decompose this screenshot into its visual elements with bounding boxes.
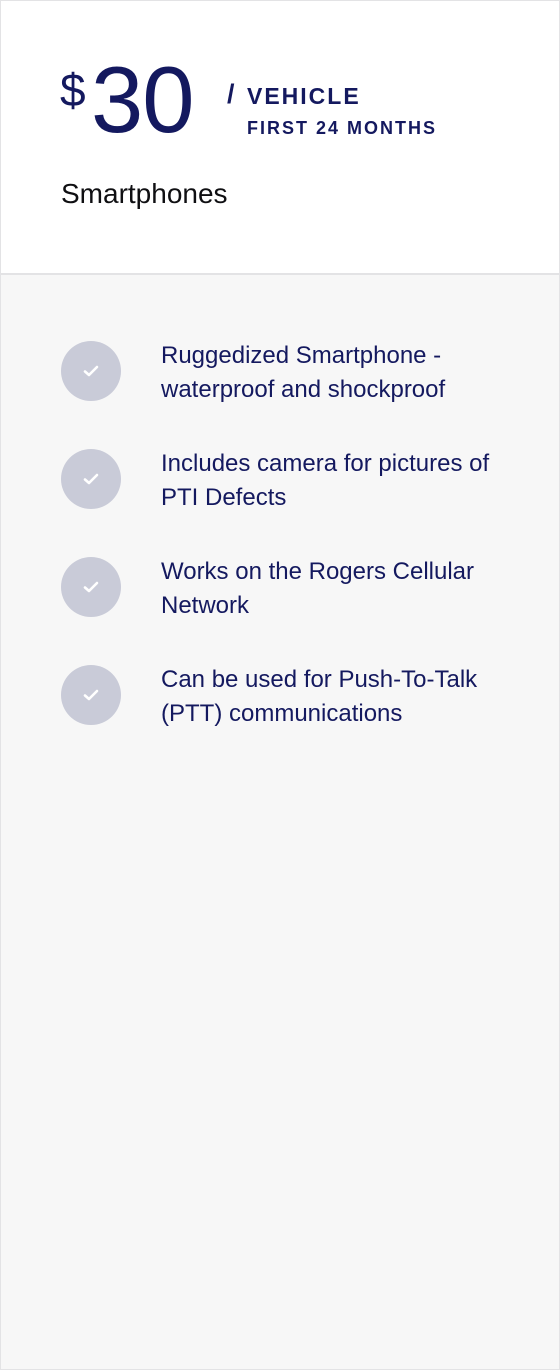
- price-separator: /: [227, 79, 235, 109]
- price-period: FIRST 24 MONTHS: [247, 118, 438, 138]
- feature-text: Ruggedized Smartphone - waterproof and s…: [161, 342, 446, 403]
- price-unit: VEHICLE: [247, 83, 361, 109]
- check-icon: [61, 449, 121, 509]
- pricing-card: $ 30 / VEHICLE FIRST 24 MONTHS Smartphon…: [0, 0, 560, 1370]
- check-icon: [61, 557, 121, 617]
- feature-text: Includes camera for pictures of PTI Defe…: [161, 450, 490, 511]
- feature-item: Can be used for Push-To-Talk (PTT) commu…: [1, 665, 559, 773]
- plan-name: Smartphones: [61, 178, 228, 209]
- check-icon: [61, 341, 121, 401]
- currency-symbol: $: [60, 64, 86, 116]
- price-header: $ 30 / VEHICLE FIRST 24 MONTHS Smartphon…: [1, 1, 559, 275]
- feature-text: Works on the Rogers Cellular Network: [161, 558, 475, 619]
- feature-text: Can be used for Push-To-Talk (PTT) commu…: [161, 666, 478, 727]
- feature-item: Ruggedized Smartphone - waterproof and s…: [1, 341, 559, 449]
- check-icon: [61, 665, 121, 725]
- feature-item: Works on the Rogers Cellular Network: [1, 557, 559, 665]
- feature-list: Ruggedized Smartphone - waterproof and s…: [1, 341, 559, 773]
- price-amount: 30: [91, 47, 195, 152]
- feature-item: Includes camera for pictures of PTI Defe…: [1, 449, 559, 557]
